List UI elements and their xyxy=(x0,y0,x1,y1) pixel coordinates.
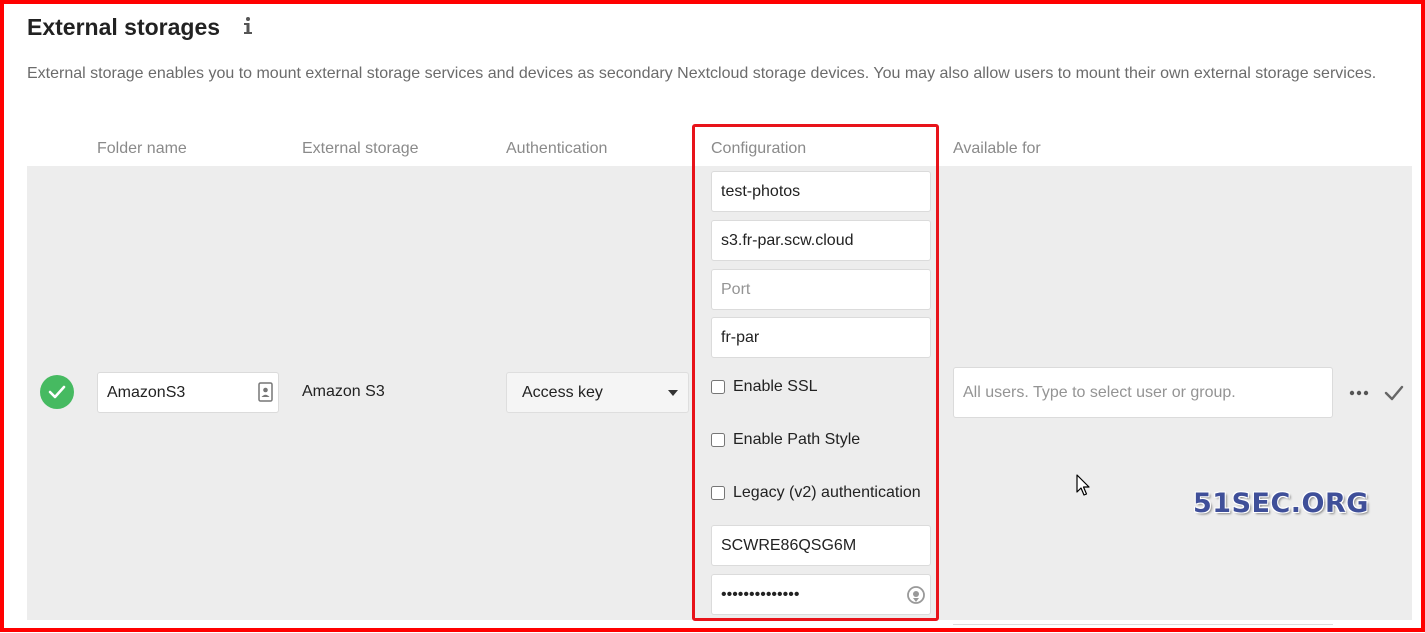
more-options-icon[interactable] xyxy=(1348,385,1370,401)
checkmark-save-icon[interactable] xyxy=(1383,383,1405,403)
section-description: External storage enables you to mount ex… xyxy=(27,65,1377,82)
contact-icon[interactable] xyxy=(258,382,273,402)
column-header-available-for: Available for xyxy=(953,140,1041,157)
page-title: External storages xyxy=(27,14,221,40)
folder-name-input[interactable] xyxy=(97,372,279,413)
info-icon[interactable] xyxy=(239,14,257,38)
mouse-cursor-icon xyxy=(1076,474,1090,496)
column-header-folder-name: Folder name xyxy=(97,140,187,157)
watermark: 51SEC.ORG xyxy=(1193,488,1369,519)
chevron-down-icon xyxy=(668,390,678,396)
authentication-value: Access key xyxy=(522,384,603,401)
external-storage-type: Amazon S3 xyxy=(302,383,385,400)
column-header-authentication: Authentication xyxy=(506,140,608,157)
configuration-highlight-box xyxy=(692,124,939,621)
column-header-external-storage: External storage xyxy=(302,140,419,157)
status-ok-icon xyxy=(40,375,74,409)
available-for-input[interactable] xyxy=(953,367,1333,418)
authentication-select[interactable]: Access key xyxy=(506,372,689,413)
